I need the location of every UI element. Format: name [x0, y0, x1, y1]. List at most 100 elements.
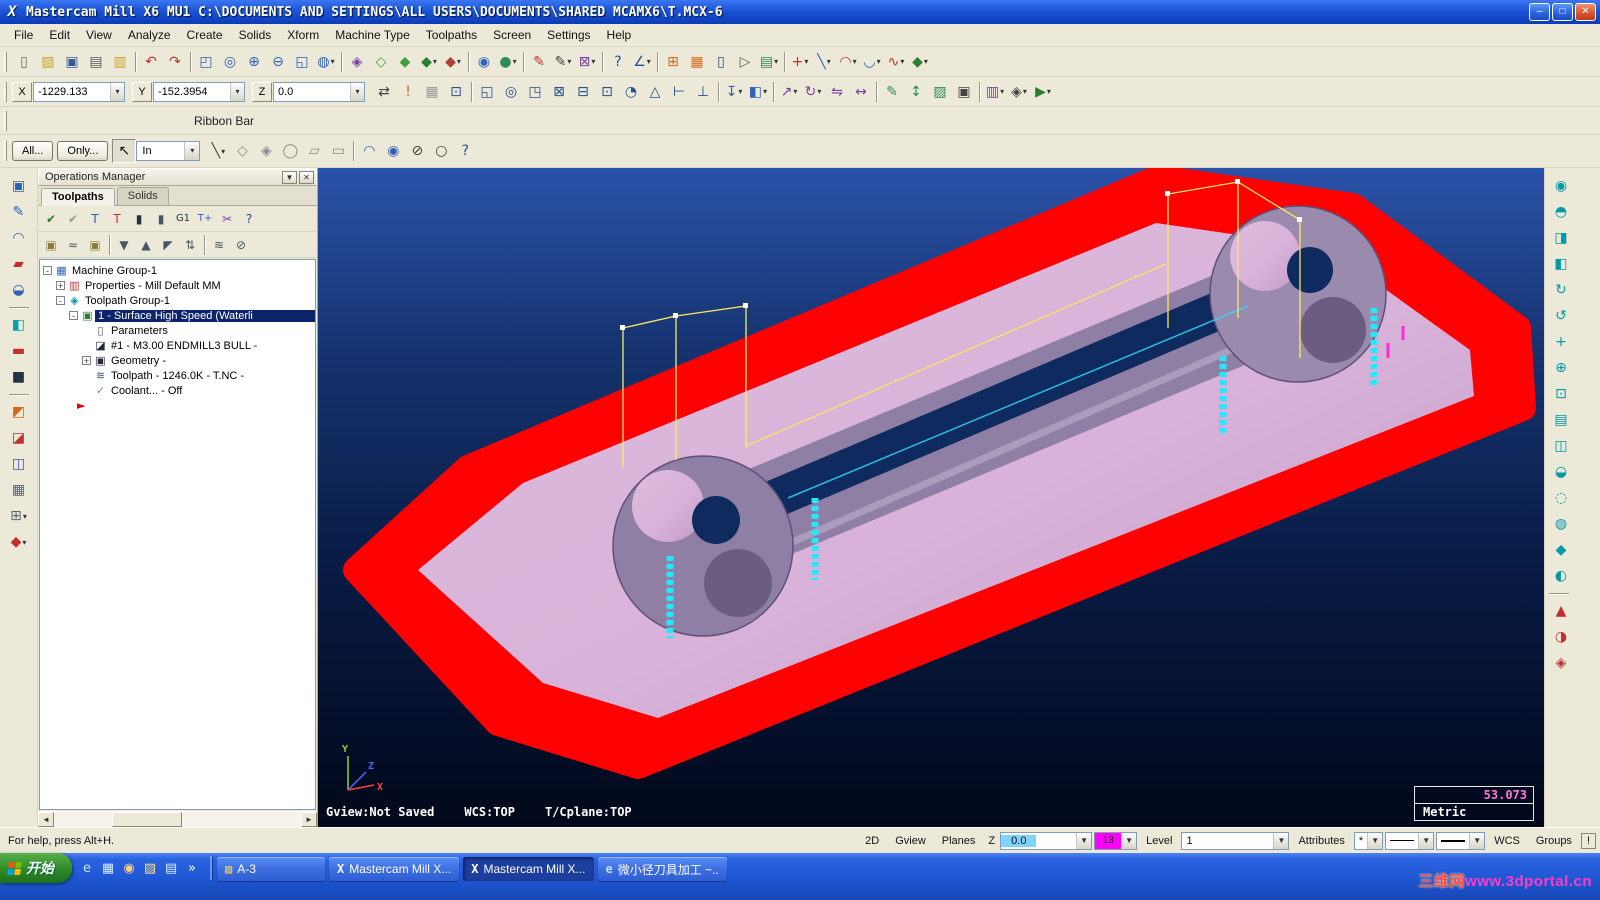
panel-menu-button[interactable]: ▼ — [282, 170, 297, 184]
zoom-previous[interactable]: ◍ ▾ — [314, 50, 338, 74]
analyze-tool[interactable]: ▣ — [7, 174, 31, 198]
menu-machine-type[interactable]: Machine Type — [327, 25, 418, 45]
gview-isometric[interactable]: ◉ — [1549, 174, 1573, 198]
menu-settings[interactable]: Settings — [539, 25, 598, 45]
tree-expander[interactable]: - — [56, 296, 65, 306]
select-last[interactable]: ○ — [429, 139, 453, 163]
create-arc[interactable]: ◠ ▾ — [836, 50, 860, 74]
shaded-edges-view-dropdown[interactable]: ▾ — [433, 57, 437, 66]
z-coordinate-dropdown[interactable]: ▾ — [350, 82, 364, 101]
color-selector[interactable]: 13 ▼ — [1094, 831, 1138, 850]
xform-panel[interactable]: ◩ — [7, 400, 31, 424]
ql-notes[interactable]: ▤ — [162, 859, 180, 879]
select-hexagon[interactable]: ◈ — [254, 139, 278, 163]
fit-view[interactable]: ⊡ — [1549, 382, 1573, 406]
line-style-combobox[interactable]: ▼ — [1385, 831, 1435, 850]
named-views[interactable]: ▤ — [1549, 408, 1573, 432]
zoom-view[interactable]: ⊕ — [1549, 356, 1573, 380]
sketch-tool[interactable]: ✎ — [7, 200, 31, 224]
menu-xform[interactable]: Xform — [279, 25, 327, 45]
nc-file[interactable]: ▯ — [709, 50, 733, 74]
create-spline[interactable]: ∿ ▾ — [884, 50, 908, 74]
gview-front[interactable]: ◨ — [1549, 226, 1573, 250]
task-mastercam-2[interactable]: X Mastercam Mill X... — [463, 857, 594, 881]
snap-vertical[interactable]: ⊥ — [691, 80, 715, 104]
menu-edit[interactable]: Edit — [41, 25, 78, 45]
screen-panel-dropdown[interactable]: ▾ — [23, 512, 27, 521]
plane-selector[interactable]: ◧ ▾ — [746, 80, 770, 104]
delete-options-dropdown[interactable]: ▾ — [567, 57, 571, 66]
undelete-dropdown[interactable]: ▾ — [591, 57, 595, 66]
select-window[interactable]: ▭ — [326, 139, 350, 163]
snap-face[interactable]: △ — [643, 80, 667, 104]
task-a3[interactable]: ▨ A-3 — [217, 857, 325, 881]
machine-sim-dropdown[interactable]: ▾ — [1023, 87, 1027, 96]
xform-rotate-dropdown[interactable]: ▾ — [817, 87, 821, 96]
menu-analyze[interactable]: Analyze — [120, 25, 179, 45]
tree-item-coolant[interactable]: ✓ Coolant... - Off — [43, 383, 315, 398]
xform-translate[interactable]: ↗ ▾ — [777, 80, 801, 104]
toolbar-drag-handle[interactable] — [4, 110, 7, 131]
lock-selected[interactable]: ▣ — [40, 234, 62, 256]
create-fillet[interactable]: ◡ ▾ — [860, 50, 884, 74]
menu-solids[interactable]: Solids — [231, 25, 280, 45]
menu-file[interactable]: File — [6, 25, 41, 45]
open-file[interactable]: ▨ — [36, 50, 60, 74]
create-spline-dropdown[interactable]: ▾ — [900, 57, 904, 66]
shading-toggle[interactable]: ◆ — [1549, 538, 1573, 562]
create-line-dropdown[interactable]: ▾ — [827, 57, 831, 66]
y-coordinate-label[interactable]: Y — [132, 81, 152, 102]
scroll-right-button[interactable]: ► — [301, 812, 317, 827]
y-coordinate-input[interactable]: -152.3954 ▾ — [153, 81, 245, 102]
select-none[interactable]: ⊘ — [405, 139, 429, 163]
units-combobox[interactable]: In ▾ — [136, 141, 201, 161]
regen-dirty[interactable]: T — [106, 208, 128, 230]
groups-button[interactable]: Groups — [1529, 833, 1579, 849]
zoom-target[interactable]: ◎ — [218, 50, 242, 74]
machine-sim[interactable]: ◈ ▾ — [1007, 80, 1031, 104]
planes-button[interactable]: Planes — [935, 833, 983, 849]
zoom-window[interactable]: ◰ — [194, 50, 218, 74]
display-only-selected[interactable]: ≋ — [208, 234, 230, 256]
select-arc-mode[interactable]: ◠ — [357, 139, 381, 163]
select-validate[interactable]: ◉ — [381, 139, 405, 163]
ql-desktop[interactable]: ▦ — [99, 859, 117, 879]
analyze-position[interactable]: ◉ — [472, 50, 496, 74]
verify[interactable]: ▮ — [150, 208, 172, 230]
x-coordinate-dropdown[interactable]: ▾ — [110, 82, 124, 101]
menu-view[interactable]: View — [78, 25, 120, 45]
z-coordinate-input[interactable]: 0.0 ▾ — [273, 81, 365, 102]
level-manager[interactable]: ▤ ▾ — [757, 50, 781, 74]
snap-horizontal[interactable]: ⊢ — [667, 80, 691, 104]
drafting-dimension[interactable]: ↕ — [904, 80, 928, 104]
select-all-ops[interactable]: ✔ — [40, 208, 62, 230]
tree-expander[interactable]: - — [43, 266, 52, 276]
ql-more[interactable]: » — [183, 859, 201, 879]
spin-view[interactable]: ↺ — [1549, 304, 1573, 328]
level-dropdown[interactable]: ▼ — [1273, 832, 1289, 849]
selection-help[interactable]: ? — [453, 139, 477, 163]
tree-item-properties[interactable]: + ▥ Properties - Mill Default MM — [43, 278, 315, 293]
redo[interactable]: ↷ — [163, 50, 187, 74]
ql-media[interactable]: ◉ — [120, 859, 138, 879]
tree-item-toolpath-file[interactable]: ≋ Toolpath - 1246.0K - T.NC - — [43, 368, 315, 383]
tree-item-operation-1[interactable]: - ▣ 1 - Surface High Speed (Waterli — [43, 308, 315, 323]
chain-line-dropdown[interactable]: ▾ — [221, 147, 225, 156]
select-only-button[interactable]: Only... — [57, 141, 109, 161]
menu-toolpaths[interactable]: Toolpaths — [418, 25, 485, 45]
tab-toolpaths[interactable]: Toolpaths — [41, 188, 115, 206]
line-width-combobox[interactable]: ▼ — [1436, 831, 1486, 850]
extras-panel[interactable]: ◆ ▾ — [7, 530, 31, 554]
scroll-left-button[interactable]: ◄ — [38, 812, 54, 827]
solids-history[interactable]: ▥ ▾ — [983, 80, 1007, 104]
gview-right[interactable]: ◧ — [1549, 252, 1573, 276]
insert-above[interactable]: ◤ — [157, 234, 179, 256]
y-coordinate-dropdown[interactable]: ▾ — [230, 82, 244, 101]
surface-tool[interactable]: ◒ — [7, 278, 31, 302]
z-depth-dropdown[interactable]: ▼ — [1076, 832, 1092, 849]
import-directory[interactable]: ▥ — [108, 50, 132, 74]
line-style-dropdown[interactable]: ▼ — [1418, 832, 1434, 849]
backplot[interactable]: ▮ — [128, 208, 150, 230]
level-manager-dropdown[interactable]: ▾ — [774, 57, 778, 66]
color-dropdown[interactable]: ▼ — [1121, 832, 1137, 849]
